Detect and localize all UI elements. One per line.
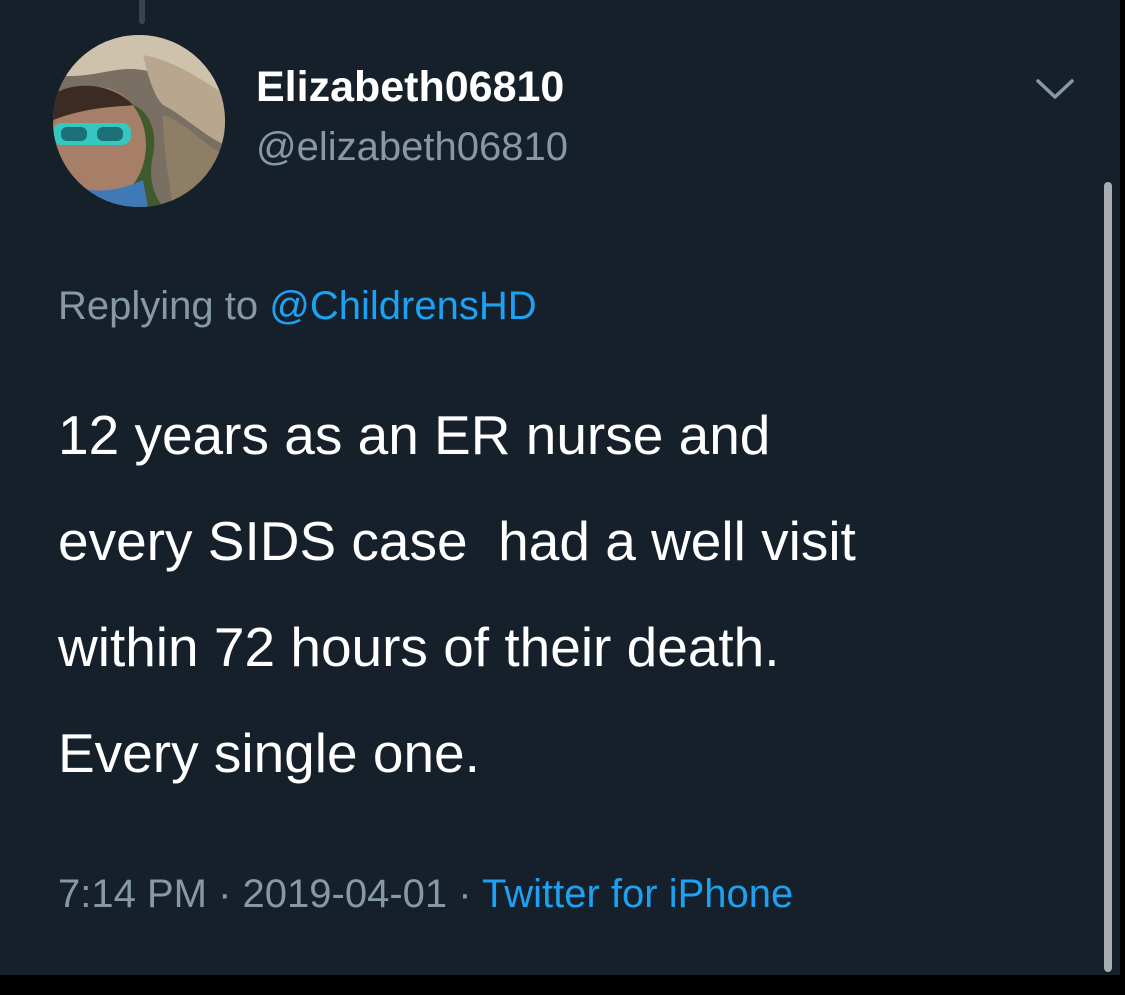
tweet-text: 12 years as an ER nurse and every SIDS c… — [58, 382, 1088, 806]
author-handle[interactable]: @elizabeth06810 — [256, 123, 568, 171]
tweet-text-line: Every single one. — [58, 722, 480, 784]
tweet-time[interactable]: 7:14 PM — [58, 872, 207, 916]
replying-to-line: Replying to @ChildrensHD — [58, 282, 537, 330]
avatar-image — [53, 35, 225, 207]
tweet-date[interactable]: 2019-04-01 — [243, 872, 448, 916]
tweet-source-link[interactable]: Twitter for iPhone — [482, 872, 793, 916]
tweet-text-line: within 72 hours of their death. — [58, 616, 780, 678]
avatar[interactable] — [53, 35, 225, 207]
screenshot-frame: Elizabeth06810 @elizabeth06810 Replying … — [0, 0, 1125, 995]
tweet-metadata: 7:14 PM · 2019-04-01 · Twitter for iPhon… — [58, 870, 793, 918]
meta-separator: · — [458, 872, 472, 916]
tweet-panel: Elizabeth06810 @elizabeth06810 Replying … — [0, 0, 1120, 975]
tweet-text-line: every SIDS case had a well visit — [58, 510, 856, 572]
scrollbar[interactable] — [1104, 182, 1112, 972]
author-display-name[interactable]: Elizabeth06810 — [256, 62, 564, 112]
replying-to-label: Replying to — [58, 284, 259, 328]
meta-separator: · — [218, 872, 232, 916]
thread-connector-line — [139, 0, 145, 24]
replying-to-handle-link[interactable]: @ChildrensHD — [269, 284, 536, 328]
tweet-text-line: 12 years as an ER nurse and — [58, 404, 771, 466]
chevron-down-icon[interactable] — [1033, 72, 1077, 106]
